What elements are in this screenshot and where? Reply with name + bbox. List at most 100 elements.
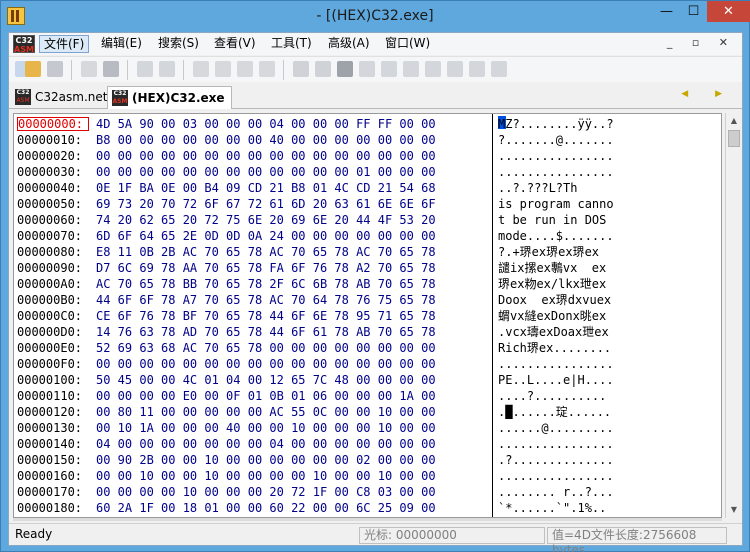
menu-advanced[interactable]: 高级(A) [324,35,374,53]
hex-row-ascii[interactable]: .?.............. [498,452,614,468]
hex-row-ascii[interactable]: ................ [498,356,614,372]
hex-row-ascii[interactable]: MZ?........ÿÿ..? [498,116,614,132]
menu-edit[interactable]: 编辑(E) [97,35,146,53]
mdi-controls[interactable]: _ ▫ ✕ [667,36,736,49]
hex-row-ascii[interactable]: ................ [498,148,614,164]
hex-row-ascii[interactable]: ..?.???L?Th [498,180,577,196]
hex-row-bytes[interactable]: 04 00 00 00 00 00 00 00 04 00 00 00 00 0… [96,436,436,452]
hex-row-bytes[interactable]: 60 2A 1F 00 18 01 00 00 60 22 00 00 6C 2… [96,500,436,516]
indent-icon[interactable] [337,61,353,77]
bookmark-clear-icon[interactable] [259,61,275,77]
hex-row-bytes[interactable]: B8 00 00 00 00 00 00 00 40 00 00 00 00 0… [96,132,436,148]
menu-search[interactable]: 搜索(S) [154,35,203,53]
hex-row[interactable]: 00000170: 00 00 00 00 10 00 00 00 20 72 1… [14,484,721,500]
hex-row-ascii[interactable]: mode....$....... [498,228,614,244]
hex-row[interactable]: 000000B0: 44 6F 6F 78 A7 70 65 78 AC 70 6… [14,292,721,308]
tab-scroll-arrows-icon[interactable]: ◀ ▶ [681,89,734,99]
forward-icon[interactable] [159,61,175,77]
hex-row-ascii[interactable]: ................ [498,164,614,180]
hex-row-bytes[interactable]: D7 6C 69 78 AA 70 65 78 FA 6F 76 78 A2 7… [96,260,436,276]
grid3-icon[interactable] [403,61,419,77]
hex-row[interactable]: 000000F0: 00 00 00 00 00 00 00 00 00 00 0… [14,356,721,372]
scroll-thumb[interactable] [728,130,740,147]
bookmark-prev-icon[interactable] [237,61,253,77]
hex-row[interactable]: 00000160: 00 00 10 00 00 10 00 00 00 00 1… [14,468,721,484]
hex-row[interactable]: 00000110: 00 00 00 00 E0 00 0F 01 0B 01 0… [14,388,721,404]
hex-row-bytes[interactable]: AC 70 65 78 BB 70 65 78 2F 6C 6B 78 AB 7… [96,276,436,292]
settings-icon[interactable] [447,61,463,77]
hex-row-bytes[interactable]: 00 00 00 00 E0 00 0F 01 0B 01 06 00 00 0… [96,388,436,404]
hex-row-bytes[interactable]: 00 00 00 00 10 00 00 00 20 72 1F 00 C8 0… [96,484,436,500]
hex-row-bytes[interactable]: 52 69 63 68 AC 70 65 78 00 00 00 00 00 0… [96,340,436,356]
hex-row-ascii[interactable]: ................ [498,468,614,484]
scroll-down-icon[interactable]: ▼ [726,502,742,518]
c32asm-logo-icon[interactable]: C32 ASM [13,35,35,54]
hex-row-ascii[interactable]: ........ r..?... [498,484,614,500]
hex-row[interactable]: 00000130: 00 10 1A 00 00 00 40 00 00 10 0… [14,420,721,436]
hex-row-bytes[interactable]: 00 90 2B 00 00 10 00 00 00 00 00 00 02 0… [96,452,436,468]
menu-view[interactable]: 查看(V) [210,35,260,53]
hex-row-ascii[interactable]: 蝟vx縫exDonx晀ex [498,308,606,324]
hex-row[interactable]: 00000150: 00 90 2B 00 00 10 00 00 00 00 0… [14,452,721,468]
horizontal-scrollbar[interactable] [13,518,722,521]
hex-row-ascii[interactable]: .█......琔...... [498,404,611,420]
hex-row-ascii[interactable]: Doox ex琾dxvuex [498,292,611,308]
hex-row-bytes[interactable]: CE 6F 76 78 BF 70 65 78 44 6F 6E 78 95 7… [96,308,436,324]
open-icon[interactable] [25,61,41,77]
hex-row-ascii[interactable]: t be run in DOS [498,212,614,228]
grid2-icon[interactable] [381,61,397,77]
hex-row[interactable]: 000000A0: AC 70 65 78 BB 70 65 78 2F 6C 6… [14,276,721,292]
hex-row[interactable]: 00000080: E8 11 0B 2B AC 70 65 78 AC 70 6… [14,244,721,260]
hex-row-bytes[interactable]: 69 73 20 70 72 6F 67 72 61 6D 20 63 61 6… [96,196,436,212]
hex-row[interactable]: 00000010: B8 00 00 00 00 00 00 00 40 00 0… [14,132,721,148]
hex-row-ascii[interactable]: .vcx璹exDoax玴ex [498,324,609,340]
hex-row-bytes[interactable]: 4D 5A 90 00 03 00 00 00 04 00 00 00 FF F… [96,116,436,132]
hex-row[interactable]: 00000140: 04 00 00 00 00 00 00 00 04 00 0… [14,436,721,452]
hex-editor-view[interactable]: 00000000: 4D 5A 90 00 03 00 00 00 04 00 0… [13,113,722,518]
hex-row-bytes[interactable]: E8 11 0B 2B AC 70 65 78 AC 70 65 78 AC 7… [96,244,436,260]
save-icon[interactable] [47,61,63,77]
hex-row-bytes[interactable]: 00 10 1A 00 00 00 40 00 00 10 00 00 00 1… [96,420,436,436]
hex-row-ascii[interactable]: ................ [498,436,614,452]
hex-row-bytes[interactable]: 50 45 00 00 4C 01 04 00 12 65 7C 48 00 0… [96,372,436,388]
hex-row[interactable]: 000000D0: 14 76 63 78 AD 70 65 78 44 6F 6… [14,324,721,340]
back-icon[interactable] [137,61,153,77]
hex-row[interactable]: 00000090: D7 6C 69 78 AA 70 65 78 FA 6F 7… [14,260,721,276]
hex-row[interactable]: 00000180: 60 2A 1F 00 18 01 00 00 60 22 0… [14,500,721,516]
hex-row[interactable]: 000000C0: CE 6F 76 78 BF 70 65 78 44 6F 6… [14,308,721,324]
hex-row-bytes[interactable]: 6D 6F 64 65 2E 0D 0D 0A 24 00 00 00 00 0… [96,228,436,244]
menu-window[interactable]: 窗口(W) [381,35,434,53]
hex-row-ascii[interactable]: 琾ex粅ex/lkx玴ex [498,276,606,292]
hex-row[interactable]: 00000030: 00 00 00 00 00 00 00 00 00 00 0… [14,164,721,180]
tile-icon[interactable] [491,61,507,77]
align-icon[interactable] [315,61,331,77]
title-bar[interactable]: - [(HEX)C32.exe] — ☐ ✕ [1,1,750,32]
bookmark-next-icon[interactable] [215,61,231,77]
hex-row-bytes[interactable]: 00 80 11 00 00 00 00 00 AC 55 0C 00 00 1… [96,404,436,420]
copy-icon[interactable] [81,61,97,77]
grid-icon[interactable] [359,61,375,77]
hex-row-bytes[interactable]: 00 00 00 00 00 00 00 00 00 00 00 00 00 0… [96,148,436,164]
hex-row[interactable]: 00000100: 50 45 00 00 4C 01 04 00 12 65 7… [14,372,721,388]
maximize-button[interactable]: ☐ [680,1,707,22]
hex-row-bytes[interactable]: 0E 1F BA 0E 00 B4 09 CD 21 B8 01 4C CD 2… [96,180,436,196]
hex-row[interactable]: 00000020: 00 00 00 00 00 00 00 00 00 00 0… [14,148,721,164]
goto-icon[interactable] [293,61,309,77]
close-button[interactable]: ✕ [707,1,750,22]
hex-row-bytes[interactable]: 00 00 10 00 00 10 00 00 00 00 10 00 00 1… [96,468,436,484]
hex-row[interactable]: 00000000: 4D 5A 90 00 03 00 00 00 04 00 0… [14,116,721,132]
grid4-icon[interactable] [425,61,441,77]
bookmark-icon[interactable] [193,61,209,77]
hex-row-ascii[interactable]: ......@......... [498,420,614,436]
menu-tools[interactable]: 工具(T) [267,35,316,53]
hex-row-ascii[interactable]: `*......`".1%.. [498,500,606,516]
hex-row[interactable]: 00000050: 69 73 20 70 72 6F 67 72 61 6D 2… [14,196,721,212]
hex-row[interactable]: 00000070: 6D 6F 64 65 2E 0D 0D 0A 24 00 0… [14,228,721,244]
hex-row-ascii[interactable]: PE..L....e|H.... [498,372,614,388]
hex-row-bytes[interactable]: 74 20 62 65 20 72 75 6E 20 69 6E 20 44 4… [96,212,436,228]
hex-row-bytes[interactable]: 14 76 63 78 AD 70 65 78 44 6F 61 78 AB 7… [96,324,436,340]
hex-row[interactable]: 00000040: 0E 1F BA 0E 00 B4 09 CD 21 B8 0… [14,180,721,196]
hex-row-ascii[interactable]: 譴ix摞ex鷒vx ex [498,260,606,276]
hex-row-bytes[interactable]: 00 00 00 00 00 00 00 00 00 00 00 00 01 0… [96,164,436,180]
hex-row-ascii[interactable]: is program canno [498,196,614,212]
